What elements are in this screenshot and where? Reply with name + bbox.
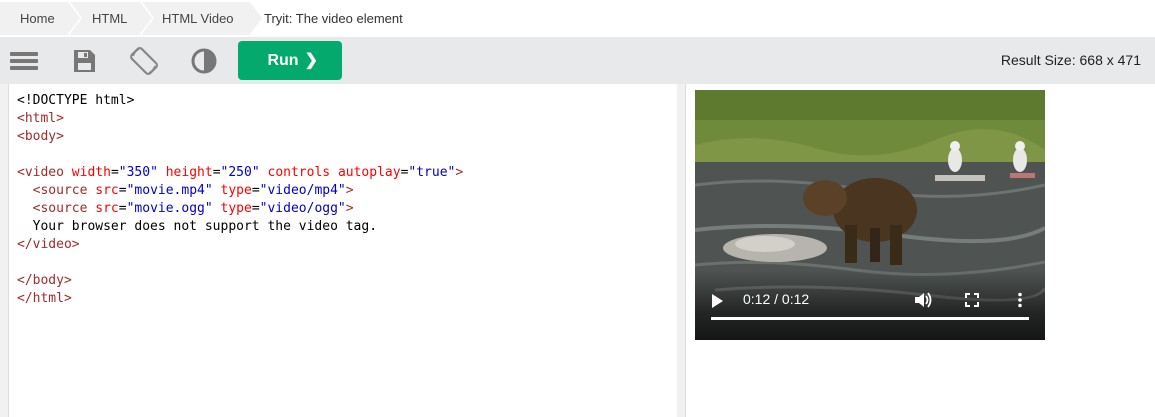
left-gutter xyxy=(0,84,8,417)
toolbar: Run ❯ Result Size: 668 x 471 xyxy=(0,37,1155,84)
breadcrumb-home[interactable]: Home xyxy=(0,2,82,35)
code-line: <html> xyxy=(17,111,64,126)
code-line: </html> xyxy=(17,291,72,306)
play-icon[interactable] xyxy=(711,294,723,313)
code-text[interactable]: <!DOCTYPE html><html><body>​<video width… xyxy=(17,92,463,308)
code-editor[interactable]: <!DOCTYPE html><html><body>​<video width… xyxy=(8,84,678,417)
result-size: Result Size: 668 x 471 xyxy=(1000,52,1141,68)
code-line: <!DOCTYPE html> xyxy=(17,93,135,108)
video-player[interactable]: 0:12 / 0:12 xyxy=(695,90,1045,340)
code-line: ​ xyxy=(17,146,463,164)
run-label: Run xyxy=(267,52,299,69)
code-line: <body> xyxy=(17,129,64,144)
menu-icon[interactable] xyxy=(8,45,40,77)
code-line: <source src="movie.ogg" type="video/ogg"… xyxy=(32,201,354,216)
breadcrumb-html-video[interactable]: HTML Video xyxy=(142,2,264,35)
breadcrumb: Home HTML HTML Video Tryit: The video el… xyxy=(0,0,1155,37)
result-pane: 0:12 / 0:12 xyxy=(685,84,1155,417)
volume-icon[interactable] xyxy=(915,292,933,313)
code-line: <video width="350" height="250" controls… xyxy=(17,165,464,180)
code-line: ​ xyxy=(17,254,463,272)
code-line: Your browser does not support the video … xyxy=(17,219,378,234)
code-line: </video> xyxy=(17,237,80,252)
chevron-right-icon: ❯ xyxy=(304,52,318,69)
contrast-icon[interactable] xyxy=(188,45,220,77)
more-options-icon[interactable] xyxy=(1017,292,1023,313)
pane-divider[interactable] xyxy=(677,84,685,417)
code-line: <source src="movie.mp4" type="video/mp4"… xyxy=(32,183,354,198)
video-time: 0:12 / 0:12 xyxy=(743,291,810,307)
video-progress-bar[interactable] xyxy=(711,317,1029,320)
fullscreen-icon[interactable] xyxy=(965,293,979,312)
rotate-icon[interactable] xyxy=(128,45,160,77)
code-line: </body> xyxy=(17,273,72,288)
breadcrumb-current: Tryit: The video element xyxy=(264,11,403,26)
run-button[interactable]: Run ❯ xyxy=(238,41,342,80)
video-progress-fill xyxy=(711,317,1029,320)
save-icon[interactable] xyxy=(68,45,100,77)
